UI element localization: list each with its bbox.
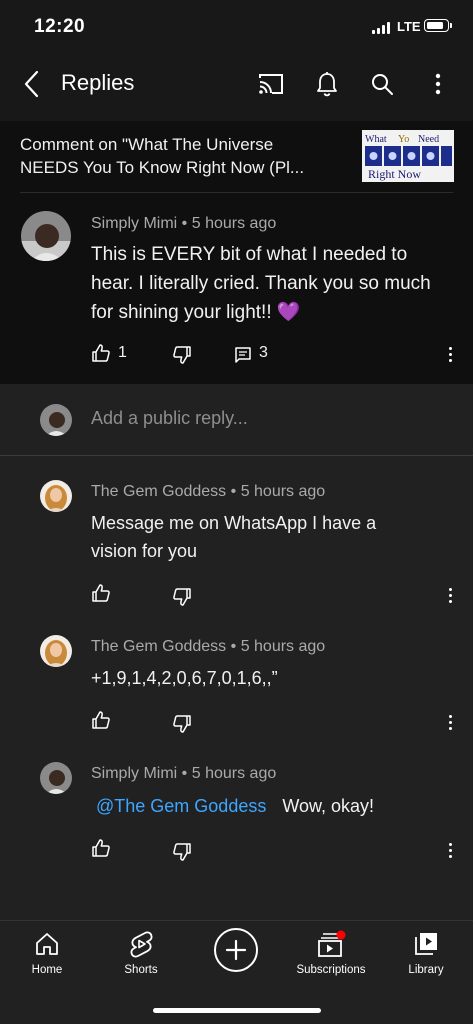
comment-author[interactable]: The Gem Goddess [91, 483, 226, 500]
back-button[interactable] [14, 66, 48, 102]
thumb-word-yo: Yo [398, 134, 409, 145]
comment-text: This is EVERY bit of what I needed to he… [91, 244, 431, 323]
avatar[interactable] [21, 211, 71, 261]
mention-link[interactable]: @The Gem Goddess [96, 796, 266, 816]
video-thumbnail[interactable]: What Yo Need Right Now [362, 130, 454, 182]
signal-icon [372, 22, 392, 34]
search-icon [372, 74, 393, 95]
home-icon [32, 929, 62, 959]
bell-icon [317, 72, 337, 97]
more-options-button[interactable] [421, 67, 455, 101]
add-reply-bar: Add a public reply... [0, 384, 473, 456]
nav-library[interactable]: Library [379, 929, 473, 976]
create-button[interactable] [214, 928, 258, 972]
reply-count: 3 [259, 344, 268, 361]
search-button[interactable] [365, 67, 399, 101]
nav-home[interactable]: Home [0, 929, 94, 976]
more-vertical-icon [435, 73, 441, 95]
status-time: 12:20 [34, 16, 86, 37]
thumbs-up-icon [92, 344, 110, 362]
comment-time: 5 hours ago [240, 638, 326, 655]
comment-more-button[interactable] [442, 840, 458, 860]
network-type: LTE [397, 19, 421, 34]
library-icon [411, 929, 441, 959]
replies-list: The Gem Goddess • 5 hours ago Message me… [0, 456, 473, 920]
notifications-button[interactable] [310, 67, 344, 101]
context-title: Comment on "What The Universe NEEDS You … [20, 135, 305, 177]
comment-text: +1,9,1,4,2,0,6,7,0,1,6,,” [91, 668, 278, 688]
thumbs-up-icon [92, 839, 110, 857]
reply-button[interactable] [231, 343, 255, 367]
comment-context[interactable]: Comment on "What The Universe NEEDS You … [0, 121, 473, 193]
thumbs-down-icon [173, 715, 191, 733]
reply-input[interactable]: Add a public reply... [91, 408, 248, 429]
comment-meta: The Gem Goddess • 5 hours ago [91, 483, 325, 501]
meta-separator: • [181, 215, 188, 232]
comment-time: 5 hours ago [191, 765, 277, 782]
shorts-icon [126, 929, 156, 959]
thumbs-up-icon [92, 711, 110, 729]
parent-comment: Simply Mimi • 5 hours ago This is EVERY … [0, 193, 473, 384]
subscriptions-icon [316, 929, 346, 959]
status-bar: 12:20 LTE [0, 0, 473, 56]
comment-author[interactable]: The Gem Goddess [91, 638, 226, 655]
comment-more-button[interactable] [442, 712, 458, 732]
comment-author[interactable]: Simply Mimi [91, 765, 177, 782]
avatar[interactable] [40, 635, 72, 667]
comment-more-button[interactable] [442, 344, 458, 364]
dislike-button[interactable] [170, 585, 194, 609]
thumb-word-right-now: Right Now [368, 167, 421, 181]
avatar [40, 404, 72, 436]
create-icon [225, 939, 247, 961]
comment-text: Message me on WhatsApp I have a vision f… [91, 513, 377, 561]
like-button[interactable] [89, 341, 113, 365]
thumbs-down-icon [173, 346, 191, 364]
battery-level [426, 21, 443, 29]
thumb-word-need: Need [418, 134, 439, 145]
notification-dot [336, 930, 346, 940]
like-button[interactable] [89, 581, 113, 605]
meta-separator: • [230, 483, 237, 500]
dislike-button[interactable] [170, 712, 194, 736]
back-arrow-icon [24, 70, 39, 98]
dislike-button[interactable] [170, 840, 194, 864]
comment-more-button[interactable] [442, 585, 458, 605]
app-bar: Replies [0, 56, 473, 112]
comment-meta: Simply Mimi • 5 hours ago [91, 215, 276, 233]
comment-meta: Simply Mimi • 5 hours ago [91, 765, 276, 783]
meta-separator: • [230, 638, 237, 655]
page-title: Replies [61, 70, 135, 95]
avatar[interactable] [40, 480, 72, 512]
home-indicator [153, 1008, 321, 1013]
nav-shorts[interactable]: Shorts [94, 929, 188, 976]
thumb-word-what: What [365, 134, 387, 145]
comment-icon [235, 347, 251, 363]
comment-time: 5 hours ago [240, 483, 326, 500]
like-button[interactable] [89, 708, 113, 732]
comment-author[interactable]: Simply Mimi [91, 215, 177, 232]
thumbs-up-icon [92, 584, 110, 602]
battery-icon [424, 19, 452, 32]
comment-time: 5 hours ago [191, 215, 277, 232]
comment-text: @The Gem Goddess Wow, okay! [96, 796, 375, 816]
thumbs-down-icon [173, 588, 191, 606]
like-count: 1 [118, 344, 127, 361]
comment-meta: The Gem Goddess • 5 hours ago [91, 638, 325, 656]
nav-subscriptions[interactable]: Subscriptions [284, 929, 378, 976]
cast-button[interactable] [254, 67, 288, 101]
like-button[interactable] [89, 836, 113, 860]
cast-icon [259, 74, 283, 94]
avatar[interactable] [40, 762, 72, 794]
dislike-button[interactable] [170, 343, 194, 367]
thumbs-down-icon [173, 843, 191, 861]
meta-separator: • [181, 765, 188, 782]
